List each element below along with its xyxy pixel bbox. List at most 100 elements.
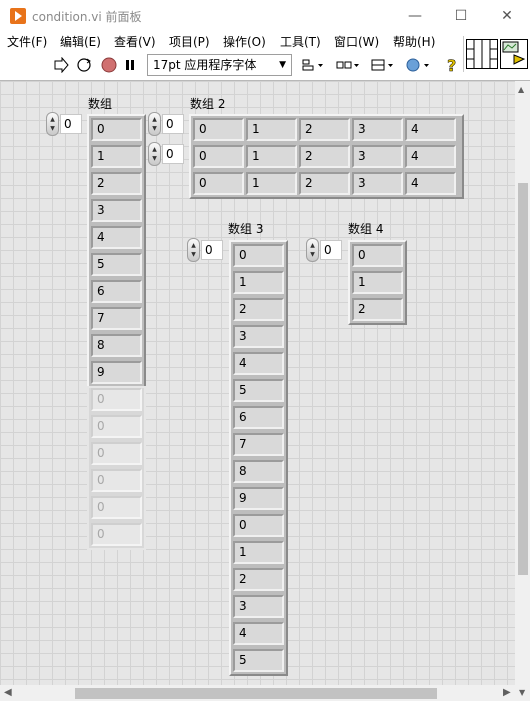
menu-operate[interactable]: 操作(O) — [223, 33, 266, 50]
spinner-arrows-icon[interactable]: ▲ ▼ — [187, 238, 200, 262]
array3-element[interactable]: 4 — [233, 622, 284, 645]
array2-col-index-value[interactable]: 0 — [162, 144, 184, 164]
distribute-objects-icon[interactable] — [334, 55, 362, 75]
array1-element[interactable]: 1 — [91, 145, 142, 168]
array3-element[interactable]: 7 — [233, 433, 284, 456]
scroll-left-icon[interactable]: ◀ — [4, 687, 12, 698]
toolbar: 17pt 应用程序字体 ▼ ? — [0, 51, 462, 79]
array1-empty-element: 0 — [91, 388, 142, 411]
array1-element[interactable]: 9 — [91, 361, 142, 384]
array1-element[interactable]: 7 — [91, 307, 142, 330]
array2-row-index-control[interactable]: ▲ ▼ 0 — [148, 112, 184, 136]
array2-element[interactable]: 1 — [246, 118, 297, 141]
array2-element[interactable]: 2 — [299, 118, 350, 141]
horizontal-scroll-thumb[interactable] — [75, 688, 437, 699]
array1-element[interactable]: 3 — [91, 199, 142, 222]
array2-element[interactable]: 3 — [352, 172, 403, 195]
resize-objects-icon[interactable] — [368, 55, 396, 75]
array1-empty-element: 0 — [91, 415, 142, 438]
array2-label: 数组 2 — [190, 97, 226, 111]
array3-element[interactable]: 3 — [233, 325, 284, 348]
vi-icon[interactable] — [500, 39, 528, 69]
close-button[interactable]: ✕ — [484, 0, 530, 32]
array4-element[interactable]: 1 — [352, 271, 403, 294]
array4-element[interactable]: 2 — [352, 298, 403, 321]
array1-element[interactable]: 5 — [91, 253, 142, 276]
array3-index-control[interactable]: ▲ ▼ 0 — [187, 238, 223, 262]
spinner-arrows-icon[interactable]: ▲ ▼ — [148, 112, 161, 136]
run-arrow-icon[interactable] — [52, 55, 70, 75]
front-panel[interactable]: 数组 ▲ ▼ 0 0123456789000000 数组 2 ▲ ▼ 0 ▲ ▼ 0 … — [0, 81, 515, 685]
array2-row-index-value[interactable]: 0 — [162, 114, 184, 134]
array1-index-control[interactable]: ▲ ▼ 0 — [46, 112, 82, 136]
menu-edit[interactable]: 编辑(E) — [60, 33, 101, 50]
array2-element[interactable]: 4 — [405, 172, 456, 195]
vertical-scroll-thumb[interactable] — [518, 183, 528, 575]
array3-element[interactable]: 1 — [233, 271, 284, 294]
array3-element[interactable]: 2 — [233, 568, 284, 591]
array3-element[interactable]: 4 — [233, 352, 284, 375]
font-select-value: 17pt 应用程序字体 — [153, 58, 257, 72]
array1-element[interactable]: 6 — [91, 280, 142, 303]
spinner-arrows-icon[interactable]: ▲ ▼ — [46, 112, 59, 136]
menu-window[interactable]: 窗口(W) — [334, 33, 379, 50]
run-continuously-icon[interactable] — [74, 55, 94, 75]
array3-index-value[interactable]: 0 — [201, 240, 223, 260]
array4-index-value[interactable]: 0 — [320, 240, 342, 260]
window-title: condition.vi 前面板 — [32, 10, 142, 24]
array3-element[interactable]: 3 — [233, 595, 284, 618]
vertical-scrollbar[interactable]: ▲ — [515, 81, 530, 685]
array3-element[interactable]: 5 — [233, 649, 284, 672]
menu-project[interactable]: 项目(P) — [169, 33, 210, 50]
array3-element[interactable]: 1 — [233, 541, 284, 564]
help-icon[interactable]: ? — [443, 55, 461, 75]
array2-element[interactable]: 3 — [352, 145, 403, 168]
spinner-arrows-icon[interactable]: ▲ ▼ — [306, 238, 319, 262]
scroll-up-icon[interactable]: ▲ — [518, 85, 524, 94]
array2-element[interactable]: 0 — [193, 145, 244, 168]
spinner-arrows-icon[interactable]: ▲ ▼ — [148, 142, 161, 166]
array4-element[interactable]: 0 — [352, 244, 403, 267]
array2-element[interactable]: 4 — [405, 145, 456, 168]
menu-file[interactable]: 文件(F) — [7, 33, 47, 50]
array1-element[interactable]: 0 — [91, 118, 142, 141]
array3-element[interactable]: 6 — [233, 406, 284, 429]
maximize-button[interactable]: ☐ — [438, 0, 484, 32]
array2-element[interactable]: 4 — [405, 118, 456, 141]
array2-element[interactable]: 1 — [246, 145, 297, 168]
array3-element[interactable]: 2 — [233, 298, 284, 321]
array1-element[interactable]: 8 — [91, 334, 142, 357]
horizontal-scrollbar[interactable]: ◀ ▶ ▼ — [0, 685, 530, 701]
array2-element[interactable]: 0 — [193, 118, 244, 141]
chevron-down-icon: ▼ — [279, 60, 286, 70]
scroll-right-icon[interactable]: ▶ — [503, 687, 511, 698]
scroll-down-icon[interactable]: ▼ — [519, 688, 525, 697]
array2-col-index-control[interactable]: ▲ ▼ 0 — [148, 142, 184, 166]
array2-element[interactable]: 3 — [352, 118, 403, 141]
array2-element[interactable]: 1 — [246, 172, 297, 195]
menu-help[interactable]: 帮助(H) — [393, 33, 435, 50]
array2-element[interactable]: 2 — [299, 145, 350, 168]
menu-tools[interactable]: 工具(T) — [280, 33, 321, 50]
array2-element[interactable]: 2 — [299, 172, 350, 195]
array3-element[interactable]: 8 — [233, 460, 284, 483]
array1-index-value[interactable]: 0 — [60, 114, 82, 134]
reorder-icon[interactable] — [404, 55, 432, 75]
connector-pane-icon[interactable] — [466, 39, 498, 69]
align-objects-icon[interactable] — [300, 55, 326, 75]
svg-text:?: ? — [447, 56, 456, 74]
array3-element[interactable]: 0 — [233, 514, 284, 537]
abort-icon[interactable] — [100, 55, 118, 75]
array3-element[interactable]: 0 — [233, 244, 284, 267]
array3-element[interactable]: 9 — [233, 487, 284, 510]
font-select[interactable]: 17pt 应用程序字体 ▼ — [147, 54, 292, 76]
array1-element[interactable]: 4 — [91, 226, 142, 249]
pause-icon[interactable] — [122, 55, 138, 75]
menu-view[interactable]: 查看(V) — [114, 33, 156, 50]
array1-element[interactable]: 2 — [91, 172, 142, 195]
minimize-button[interactable]: — — [392, 0, 438, 32]
array4-index-control[interactable]: ▲ ▼ 0 — [306, 238, 342, 262]
array3-label: 数组 3 — [228, 222, 264, 236]
array2-element[interactable]: 0 — [193, 172, 244, 195]
array3-element[interactable]: 5 — [233, 379, 284, 402]
